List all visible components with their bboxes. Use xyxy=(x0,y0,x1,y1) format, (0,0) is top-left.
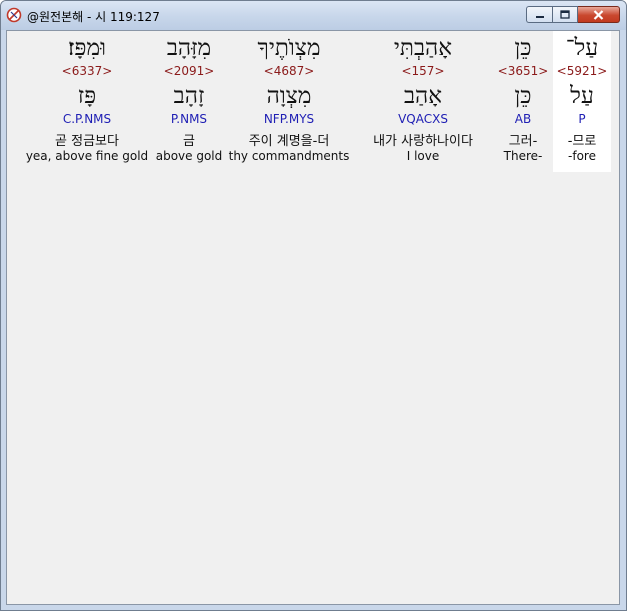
korean-gloss: 주이 계명을-더 xyxy=(248,134,330,149)
korean-gloss: 그러- xyxy=(508,134,538,149)
hebrew-word: עַל־ xyxy=(565,35,599,61)
korean-gloss: 금 xyxy=(183,134,195,149)
morphology-code: AB xyxy=(514,112,532,126)
hebrew-lemma: עַל xyxy=(570,83,594,109)
english-gloss: There- xyxy=(503,149,543,163)
morphology-code: P.NMS xyxy=(170,112,208,126)
english-gloss: thy commandments xyxy=(228,149,350,163)
strongs-number: <3651> xyxy=(497,64,549,78)
hebrew-lemma: מִצְוָה xyxy=(266,83,312,109)
hebrew-word: וּמִפָּז׃ xyxy=(68,35,106,61)
restore-icon xyxy=(560,10,570,19)
word-column-6[interactable]: וּמִפָּז׃ <6337> פָּז C.P.NMS 곧 정금보다 yea… xyxy=(17,31,157,172)
maximize-button[interactable] xyxy=(552,6,578,23)
word-column-1[interactable]: עַל־ <5921> עַל P -므로 -fore xyxy=(553,31,611,172)
interlinear-panel: עַל־ <5921> עַל P -므로 -fore כֵּן <3651> … xyxy=(6,30,620,605)
korean-gloss: 내가 사랑하나이다 xyxy=(373,134,473,149)
morphology-code: P xyxy=(578,112,586,126)
hebrew-word: מִצְוֺתֶיךָ xyxy=(257,35,321,61)
word-column-4[interactable]: מִצְוֺתֶיךָ <4687> מִצְוָה NFP.MYS 주이 계명… xyxy=(227,31,351,172)
strongs-number: <157> xyxy=(401,64,445,78)
minimize-button[interactable] xyxy=(526,6,552,23)
caption-buttons xyxy=(526,6,620,24)
english-gloss: yea, above fine gold xyxy=(25,149,149,163)
word-column-2[interactable]: כֵּן <3651> כֵּן AB 그러- There- xyxy=(495,31,551,172)
hebrew-lemma: זָהָב xyxy=(173,83,205,109)
hebrew-lemma: פָּז xyxy=(77,83,97,109)
english-gloss: above gold xyxy=(155,149,223,163)
close-icon xyxy=(593,9,604,20)
word-column-5[interactable]: מִזָּהָב <2091> זָהָב P.NMS 금 above gold xyxy=(151,31,227,172)
hebrew-word: כֵּן xyxy=(514,35,532,61)
english-gloss: -fore xyxy=(568,149,596,163)
app-window: @원전본해 - 시 119:127 עַל־ <5921> עַל P -므로 … xyxy=(0,0,627,611)
hebrew-lemma: כֵּן xyxy=(514,83,532,109)
minimize-icon xyxy=(535,15,544,18)
english-gloss: I love xyxy=(406,149,440,163)
strongs-number: <6337> xyxy=(61,64,113,78)
korean-gloss: -므로 xyxy=(567,134,597,149)
strongs-number: <4687> xyxy=(263,64,315,78)
hebrew-word: מִזָּהָב xyxy=(166,35,212,61)
strongs-number: <5921> xyxy=(556,64,608,78)
window-title: @원전본해 - 시 119:127 xyxy=(27,10,160,24)
hebrew-word: אָהַבְתִּי xyxy=(393,35,453,61)
strongs-number: <2091> xyxy=(163,64,215,78)
title-bar[interactable]: @원전본해 - 시 119:127 xyxy=(1,1,626,30)
morphology-code: NFP.MYS xyxy=(263,112,315,126)
korean-gloss: 곧 정금보다 xyxy=(55,134,119,149)
close-button[interactable] xyxy=(578,6,620,23)
hebrew-lemma: אָהַב xyxy=(403,83,443,109)
morphology-code: C.P.NMS xyxy=(62,112,112,126)
morphology-code: VQACXS xyxy=(398,112,448,126)
word-column-3[interactable]: אָהַבְתִּי <157> אָהַב VQACXS 내가 사랑하나이다 … xyxy=(350,31,496,172)
app-logo-icon xyxy=(6,7,22,23)
